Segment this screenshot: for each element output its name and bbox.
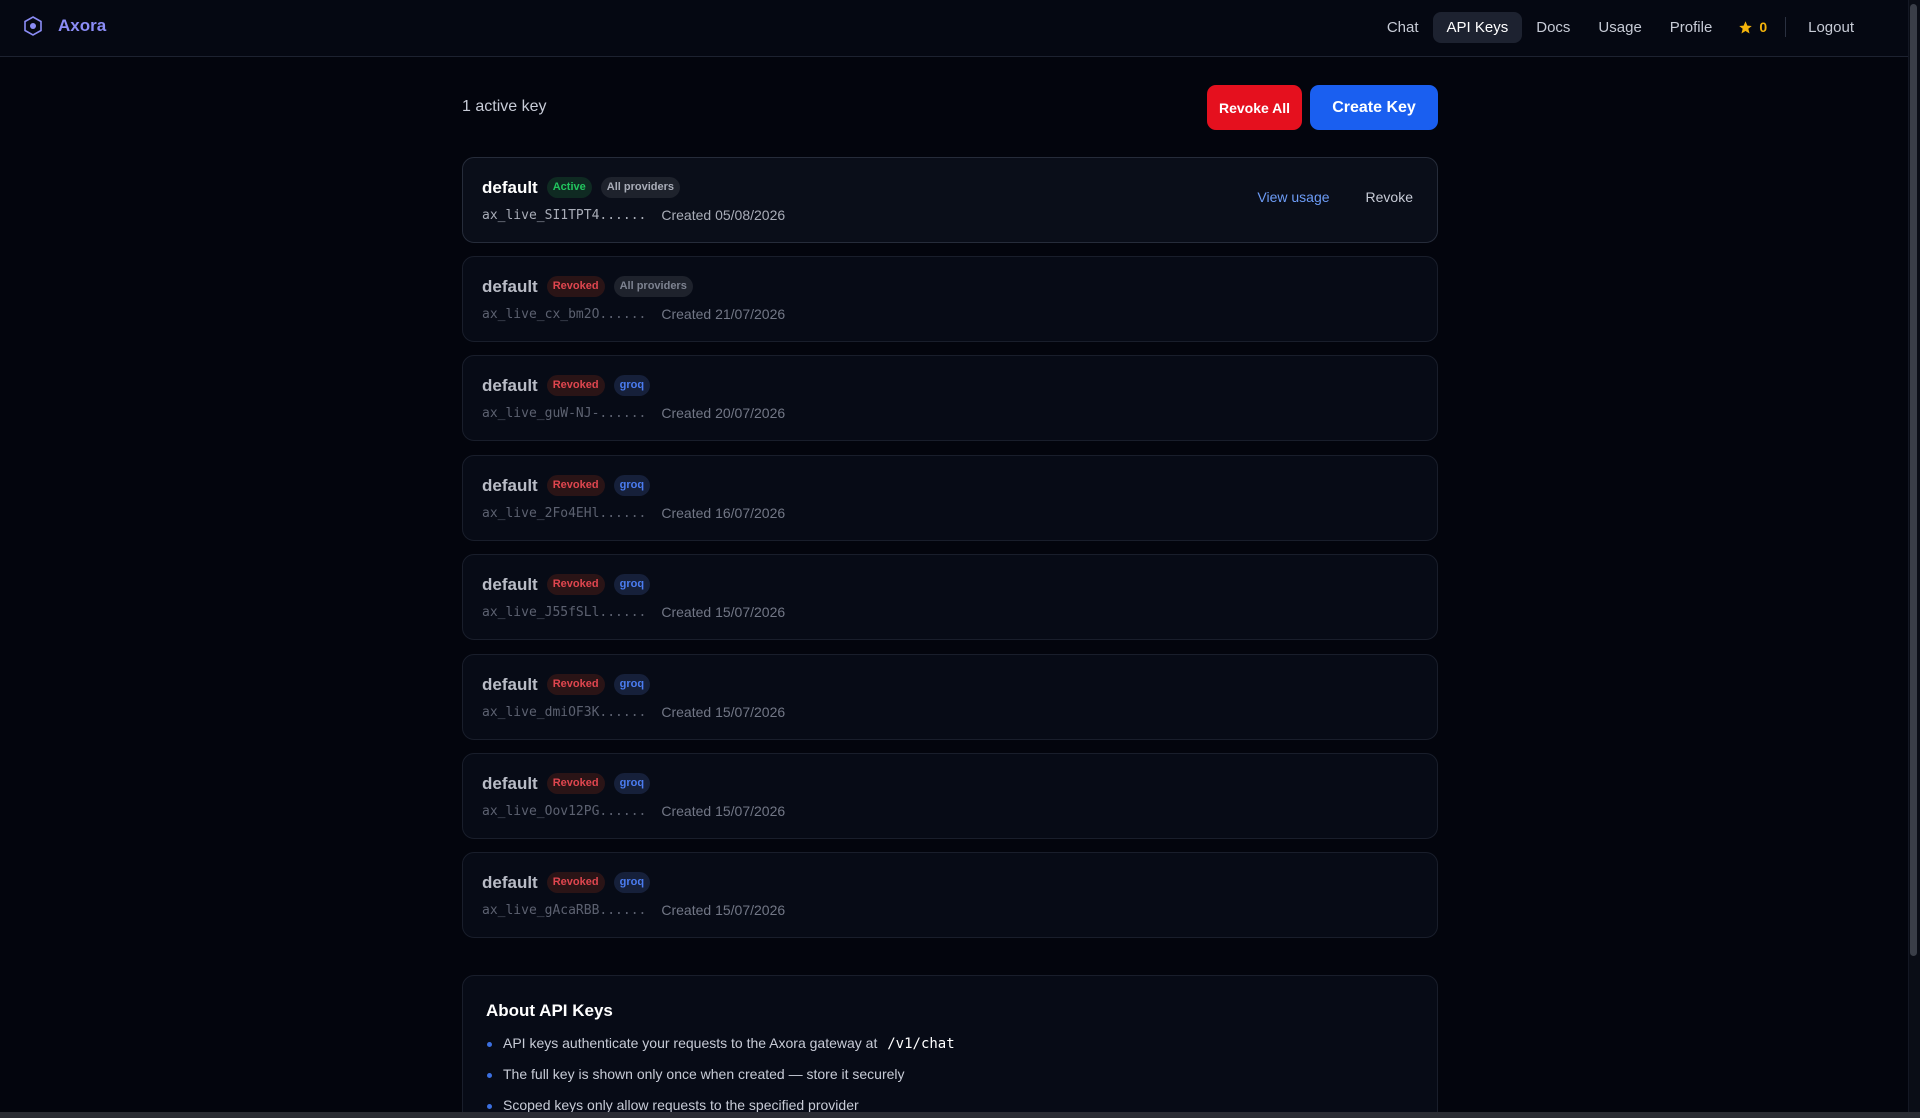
- scope-badge: All providers: [613, 276, 693, 297]
- key-name: default: [482, 773, 538, 793]
- endpoint-code: /v1/chat: [887, 1036, 955, 1052]
- about-api-keys-panel: About API Keys API keys authenticate you…: [462, 975, 1438, 1118]
- scope-badge: All providers: [600, 177, 681, 198]
- stars-counter[interactable]: 0: [1726, 19, 1781, 35]
- view-usage-link[interactable]: View usage: [1257, 189, 1329, 205]
- key-name: default: [482, 872, 538, 892]
- scope-badge: groq: [613, 872, 651, 893]
- status-badge: Revoked: [546, 375, 605, 396]
- brand[interactable]: Axora: [24, 16, 106, 36]
- about-item: The full key is shown only once when cre…: [486, 1065, 955, 1096]
- key-created-date: Created 16/07/2026: [661, 505, 786, 521]
- scrollbar[interactable]: [1908, 0, 1920, 1118]
- key-prefix: ax_live_gAcaRBB......: [482, 902, 647, 918]
- api-key-card: default Revoked groq ax_live_guW-NJ-....…: [462, 355, 1438, 441]
- top-nav: Axora Chat API Keys Docs Usage Profile 0…: [0, 0, 1908, 57]
- key-name: default: [482, 475, 538, 495]
- status-badge: Revoked: [546, 674, 605, 695]
- key-created-date: Created 15/07/2026: [661, 604, 786, 620]
- api-key-card: default Revoked groq ax_live_2Fo4EHl....…: [462, 455, 1438, 541]
- nav-usage[interactable]: Usage: [1584, 12, 1655, 43]
- about-title: About API Keys: [486, 1001, 613, 1020]
- stars-count: 0: [1759, 19, 1768, 35]
- api-key-card: default Revoked groq ax_live_J55fSLl....…: [462, 554, 1438, 640]
- bullet-icon: [487, 1073, 492, 1078]
- scrollbar-thumb[interactable]: [1910, 4, 1917, 956]
- nav-menu: Chat API Keys Docs Usage Profile 0 Logou…: [1373, 11, 1868, 43]
- key-prefix: ax_live_dmiOF3K......: [482, 704, 647, 720]
- revoke-key-button[interactable]: Revoke: [1366, 189, 1413, 205]
- key-prefix: ax_live_SI1TPT4......: [482, 207, 647, 223]
- about-list: API keys authenticate your requests to t…: [486, 1034, 955, 1118]
- key-name: default: [482, 574, 538, 594]
- key-created-date: Created 15/07/2026: [661, 803, 786, 819]
- scope-badge: groq: [613, 574, 651, 595]
- key-created-date: Created 15/07/2026: [661, 704, 786, 720]
- bullet-icon: [487, 1042, 492, 1047]
- scope-badge: groq: [613, 475, 651, 496]
- status-badge: Revoked: [546, 475, 605, 496]
- active-key-count: 1 active key: [462, 98, 547, 115]
- nav-divider: [1785, 17, 1787, 37]
- create-key-button[interactable]: Create Key: [1310, 85, 1438, 130]
- status-badge: Revoked: [546, 276, 605, 297]
- key-created-date: Created 15/07/2026: [661, 902, 786, 918]
- logout-button[interactable]: Logout: [1794, 12, 1868, 43]
- scope-badge: groq: [613, 674, 651, 695]
- about-item-text: Scoped keys only allow requests to the s…: [503, 1097, 859, 1113]
- key-prefix: ax_live_J55fSLl......: [482, 604, 647, 620]
- status-badge: Active: [546, 177, 592, 198]
- brand-name: Axora: [58, 16, 107, 35]
- keys-header: 1 active key Revoke All Create Key: [462, 85, 1438, 131]
- key-created-date: Created 05/08/2026: [661, 207, 786, 223]
- scope-badge: groq: [613, 375, 651, 396]
- key-prefix: ax_live_Oov12PG......: [482, 803, 647, 819]
- api-key-card: default Revoked All providers ax_live_cx…: [462, 256, 1438, 342]
- api-key-card: default Revoked groq ax_live_dmiOF3K....…: [462, 654, 1438, 740]
- nav-profile[interactable]: Profile: [1656, 12, 1727, 43]
- key-name: default: [482, 276, 538, 296]
- api-key-card: default Active All providers ax_live_SI1…: [462, 157, 1438, 243]
- status-badge: Revoked: [546, 872, 605, 893]
- key-prefix: ax_live_cx_bm2O......: [482, 306, 647, 322]
- scope-badge: groq: [613, 773, 651, 794]
- key-prefix: ax_live_2Fo4EHl......: [482, 505, 647, 521]
- key-created-date: Created 21/07/2026: [661, 306, 786, 322]
- window-bottom-edge: [0, 1112, 1920, 1118]
- nav-docs[interactable]: Docs: [1522, 12, 1584, 43]
- key-prefix: ax_live_guW-NJ-......: [482, 405, 647, 421]
- hexagon-logo-icon: [24, 16, 42, 36]
- key-name: default: [482, 674, 538, 694]
- status-badge: Revoked: [546, 773, 605, 794]
- api-key-card: default Revoked groq ax_live_Oov12PG....…: [462, 753, 1438, 839]
- api-key-card: default Revoked groq ax_live_gAcaRBB....…: [462, 852, 1438, 938]
- star-icon: [1739, 20, 1753, 33]
- revoke-all-button[interactable]: Revoke All: [1207, 85, 1302, 130]
- status-badge: Revoked: [546, 574, 605, 595]
- nav-chat[interactable]: Chat: [1373, 12, 1433, 43]
- bullet-icon: [487, 1104, 492, 1109]
- about-item: API keys authenticate your requests to t…: [486, 1034, 955, 1065]
- key-name: default: [482, 177, 538, 197]
- about-item-text: API keys authenticate your requests to t…: [503, 1035, 878, 1051]
- key-created-date: Created 20/07/2026: [661, 405, 786, 421]
- about-item-text: The full key is shown only once when cre…: [503, 1066, 905, 1082]
- key-name: default: [482, 375, 538, 395]
- nav-api-keys[interactable]: API Keys: [1432, 11, 1523, 43]
